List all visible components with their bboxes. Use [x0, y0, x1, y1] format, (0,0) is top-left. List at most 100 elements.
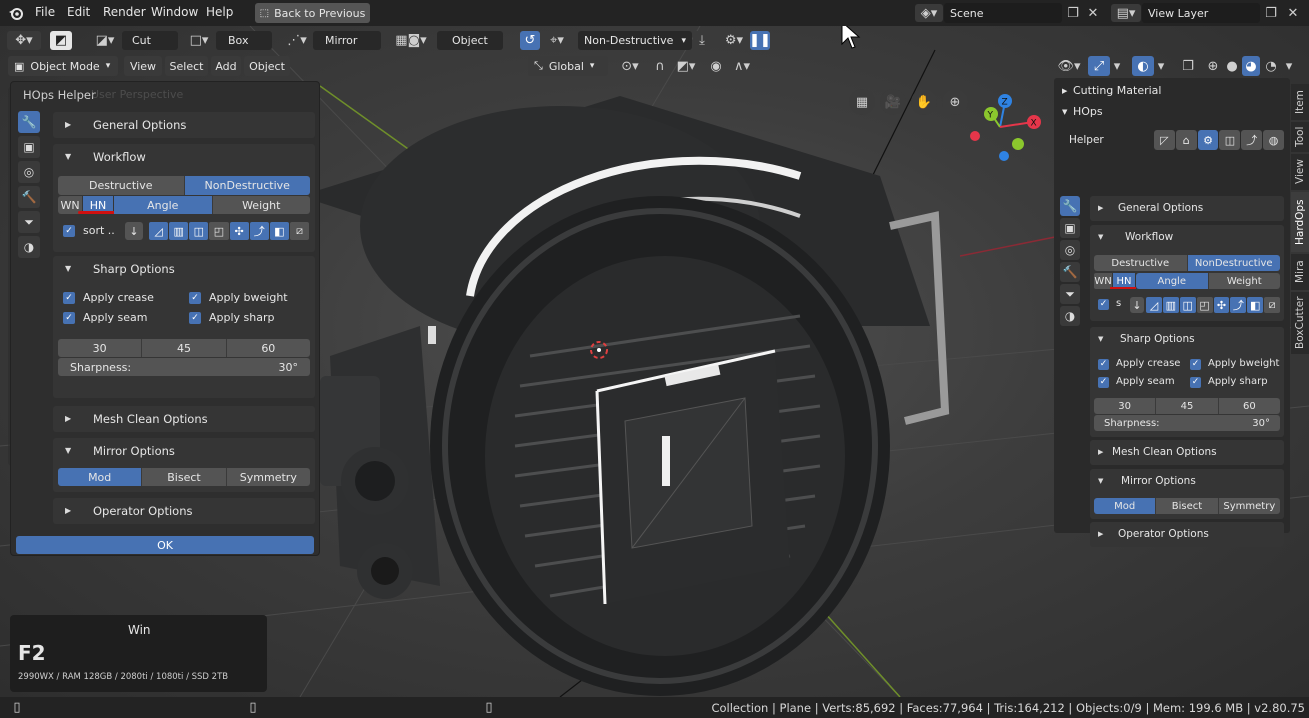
back-to-previous-button[interactable]: ⬚ Back to Previous	[255, 3, 370, 23]
view-layer-field[interactable]: View Layer	[1142, 3, 1260, 23]
workflow-header[interactable]: Workflow	[93, 150, 146, 164]
collapse-icon[interactable]: ▼	[1098, 477, 1103, 485]
apply-sharp-checkbox[interactable]: ✓	[189, 312, 201, 324]
collapse-icon[interactable]: ▼	[65, 446, 71, 455]
sb-triangulate-icon[interactable]: ✣	[1213, 297, 1230, 313]
sb-bevel-icon[interactable]: ◿	[1146, 297, 1162, 313]
sb-deform-icon[interactable]: ⤴	[1230, 297, 1247, 313]
filter-icon[interactable]: ⏷	[18, 211, 40, 233]
cursor-tool-icon[interactable]: ✥▾	[7, 31, 41, 50]
mode-dropdown[interactable]: ▣ Object Mode ▾	[8, 56, 118, 76]
tab-boxcutter[interactable]: BoxCutter	[1291, 292, 1309, 354]
angle-45-button[interactable]: 45	[142, 339, 227, 357]
sharpness-slider[interactable]: Sharpness: 30°	[58, 358, 310, 376]
menu-render[interactable]: Render	[103, 5, 146, 19]
grid-icon[interactable]: ▦	[849, 89, 875, 115]
sb-nondestructive-button[interactable]: NonDestructive	[1187, 255, 1280, 271]
helper-icon-5[interactable]: ⤴	[1241, 130, 1263, 150]
non-destructive-dropdown[interactable]: Non-Destructive ▾	[578, 31, 692, 50]
apply-bweight-checkbox[interactable]: ✓	[189, 292, 201, 304]
helper-icon-6[interactable]: ◍	[1263, 130, 1284, 150]
nondestructive-button[interactable]: NonDestructive	[184, 176, 310, 195]
angle-button[interactable]: Angle	[114, 196, 213, 214]
camera-icon[interactable]: 🎥	[880, 89, 906, 115]
sb-mod-button[interactable]: Mod	[1094, 498, 1157, 514]
symmetry-button[interactable]: Symmetry	[226, 468, 310, 486]
sb-destructive-button[interactable]: Destructive	[1094, 255, 1188, 271]
orientation-dropdown[interactable]: ⤡ Global ▾	[528, 56, 608, 76]
sort-down-icon[interactable]: ↓	[125, 222, 143, 240]
visibility-icon[interactable]: 👁▾	[1054, 56, 1084, 76]
pause-icon[interactable]: ❚❚	[749, 31, 771, 50]
tab-item[interactable]: Item	[1291, 84, 1309, 120]
sb-array-icon[interactable]: ▥	[1162, 297, 1179, 313]
cut-mode-icon[interactable]: ◪▾	[90, 31, 120, 50]
cut-dropdown[interactable]: Cut	[122, 31, 178, 50]
weld-icon[interactable]: ◧	[269, 222, 289, 240]
collapse-icon[interactable]: ▼	[65, 152, 71, 161]
snap-target-icon[interactable]: ◩▾	[672, 56, 700, 76]
shading-wire-icon[interactable]: ⊕	[1204, 56, 1222, 76]
tools-icon[interactable]: 🔧	[18, 111, 40, 133]
menu-view[interactable]: View	[124, 56, 162, 76]
mirror-mode-icon[interactable]: ⋰▾	[283, 31, 311, 50]
tab-mira[interactable]: Mira	[1291, 254, 1309, 290]
destructive-button[interactable]: Destructive	[58, 176, 185, 195]
view-layer-copy-icon[interactable]: ❐	[1262, 4, 1280, 22]
pivot-icon[interactable]: ⊙▾	[616, 56, 644, 76]
mirror-dropdown[interactable]: Mirror	[313, 31, 381, 50]
menu-object[interactable]: Object	[244, 56, 290, 76]
menu-add[interactable]: Add	[211, 56, 241, 76]
sb-weld-icon[interactable]: ◧	[1247, 297, 1264, 313]
sb-angle-button[interactable]: Angle	[1136, 273, 1209, 289]
helper-icon-3[interactable]: ⚙	[1197, 130, 1219, 150]
sb-angle-30-button[interactable]: 30	[1094, 398, 1157, 414]
tab-tool[interactable]: Tool	[1291, 122, 1309, 152]
apply-seam-checkbox[interactable]: ✓	[63, 312, 75, 324]
collapse-icon[interactable]: ▼	[1098, 335, 1103, 343]
sb-filter-icon[interactable]: ⏷	[1060, 284, 1080, 304]
3d-viewport[interactable]: ▦ 🎥 ✋ ⊕ Z Y X Win F2 2990WX / RAM 128GB …	[0, 26, 1309, 697]
grid-snap-icon[interactable]: ▦◙▾	[388, 31, 434, 50]
scene-close-icon[interactable]: ✕	[1084, 4, 1102, 22]
cutting-material-header[interactable]: Cutting Material	[1073, 84, 1161, 97]
sb-wrench-icon[interactable]: 🔨	[1060, 262, 1080, 282]
view-layer-close-icon[interactable]: ✕	[1284, 4, 1302, 22]
sb-modifier-icon[interactable]: ◎	[1060, 240, 1080, 260]
expand-icon[interactable]: ▶	[1062, 87, 1067, 95]
sb-wn-icon[interactable]: ⧄	[1264, 297, 1280, 313]
menu-edit[interactable]: Edit	[67, 5, 90, 19]
collapse-icon[interactable]: ▼	[65, 264, 71, 273]
snap-icon[interactable]: ∩	[650, 56, 670, 76]
sb-apply-bweight-checkbox[interactable]: ✓	[1190, 359, 1201, 370]
blender-logo-icon[interactable]	[8, 5, 24, 21]
menu-help[interactable]: Help	[206, 5, 233, 19]
sb-apply-seam-checkbox[interactable]: ✓	[1098, 377, 1109, 388]
solidify-icon[interactable]: ◰	[209, 222, 229, 240]
scene-icon[interactable]: ◈▾	[915, 4, 943, 22]
sb-angle-60-button[interactable]: 60	[1218, 398, 1280, 414]
mesh-clean-options-section[interactable]: ▶ Mesh Clean Options	[53, 406, 315, 432]
sb-general-options-section[interactable]: ▶ General Options	[1090, 196, 1284, 221]
box-dropdown[interactable]: Box	[216, 31, 272, 50]
live-icon[interactable]: ↺	[520, 31, 540, 50]
overlay-dropdown-icon[interactable]: ▾	[1154, 56, 1168, 76]
collapse-icon[interactable]: ▼	[1062, 108, 1067, 116]
sb-object-icon[interactable]: ▣	[1060, 218, 1080, 238]
apply-crease-checkbox[interactable]: ✓	[63, 292, 75, 304]
gizmo-dropdown-icon[interactable]: ▾	[1110, 56, 1124, 76]
sb-material-icon[interactable]: ◑	[1060, 306, 1080, 326]
mod-button[interactable]: Mod	[58, 468, 143, 486]
gear-icon[interactable]: ⚙▾	[720, 31, 748, 50]
gizmo-icon[interactable]: ⤢	[1088, 56, 1110, 76]
wrench-icon[interactable]: 🔨	[18, 186, 40, 208]
origin-icon[interactable]: ⌖▾	[542, 31, 572, 50]
hand-icon[interactable]: ✋	[911, 89, 937, 115]
sb-sort-down-icon[interactable]: ↓	[1130, 297, 1144, 313]
mirror-header[interactable]: Mirror Options	[93, 444, 175, 458]
tab-view[interactable]: View	[1291, 154, 1309, 190]
shading-material-icon[interactable]: ◕	[1242, 56, 1260, 76]
sb-weight-button[interactable]: Weight	[1208, 273, 1280, 289]
sb-tools-icon[interactable]: 🔧	[1060, 196, 1080, 216]
ok-button[interactable]: OK	[16, 536, 314, 554]
